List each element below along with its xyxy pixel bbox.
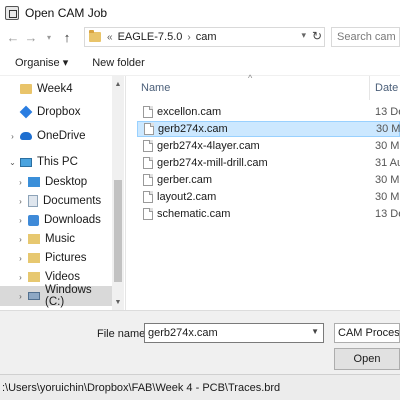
dropbox-icon (19, 105, 33, 119)
breadcrumb-overflow-icon[interactable]: « (107, 32, 113, 43)
file-name: gerb274x-mill-drill.cam (157, 157, 268, 169)
file-icon (143, 208, 153, 220)
command-bar: Organise ▾ New folder (0, 50, 400, 76)
file-row[interactable]: gerb274x-4layer.cam 30 M (137, 138, 400, 154)
file-type-select[interactable]: CAM Processor (334, 323, 400, 343)
sort-ascending-icon: ^ (248, 73, 253, 83)
recent-locations-chevron-icon[interactable]: ▾ (40, 28, 58, 46)
file-name: layout2.cam (157, 191, 217, 203)
scroll-down-arrow-icon[interactable]: ▼ (112, 296, 124, 308)
breadcrumb-cam[interactable]: cam (196, 31, 217, 43)
search-input[interactable]: Search cam (331, 27, 400, 47)
file-date: 30 M (376, 123, 400, 135)
expand-chevron-icon[interactable]: › (16, 178, 25, 187)
file-name: gerb274x.cam (158, 123, 228, 135)
folder-icon (89, 30, 101, 42)
downloads-icon (28, 214, 39, 226)
chevron-down-icon[interactable]: ▼ (311, 327, 319, 336)
address-dropdown-icon[interactable]: ▾ (301, 30, 306, 41)
expand-chevron-icon[interactable]: › (16, 216, 25, 225)
expand-chevron-icon[interactable]: › (16, 235, 25, 244)
app-window-icon (5, 6, 19, 20)
navigation-scrollbar[interactable]: ▲ ▼ (112, 76, 124, 310)
file-name: gerber.cam (157, 174, 213, 186)
refresh-icon[interactable]: ↻ (312, 29, 322, 43)
expand-chevron-icon[interactable]: › (8, 132, 17, 141)
pc-icon (20, 157, 32, 167)
desktop-icon (28, 177, 40, 187)
file-name-label: File name: (97, 328, 149, 340)
expand-chevron-icon[interactable]: › (16, 254, 25, 263)
column-header-date[interactable]: Date (375, 82, 398, 94)
file-name-value: gerb274x.cam (148, 327, 218, 339)
documents-icon (28, 195, 38, 207)
music-icon (28, 234, 40, 244)
nav-item-onedrive[interactable]: › OneDrive (0, 126, 112, 146)
pictures-icon (28, 253, 40, 263)
window-title: Open CAM Job (25, 6, 108, 20)
open-button[interactable]: Open (334, 348, 400, 370)
column-header-name[interactable]: Name (141, 82, 170, 94)
nav-item-dropbox[interactable]: Dropbox (0, 102, 112, 122)
file-name: gerb274x-4layer.cam (157, 140, 260, 152)
file-row[interactable]: gerber.cam 30 M (137, 172, 400, 188)
nav-item-pictures[interactable]: › Pictures (0, 248, 112, 268)
nav-item-documents[interactable]: › Documents (0, 191, 112, 211)
file-name-input[interactable]: gerb274x.cam ▼ (144, 323, 324, 343)
expand-chevron-icon[interactable]: › (16, 273, 25, 282)
expand-chevron-icon[interactable]: › (16, 292, 25, 301)
file-date: 30 M (375, 174, 400, 186)
forward-arrow-icon[interactable]: → (22, 28, 40, 46)
file-icon (143, 140, 153, 152)
videos-icon (28, 272, 40, 282)
title-bar: Open CAM Job (0, 0, 400, 26)
file-row[interactable]: excellon.cam 13 De (137, 104, 400, 120)
column-divider[interactable] (369, 76, 370, 100)
folder-icon (20, 84, 32, 94)
scroll-up-arrow-icon[interactable]: ▲ (112, 78, 124, 90)
nav-item-downloads[interactable]: › Downloads (0, 210, 112, 230)
expand-chevron-icon[interactable]: › (16, 197, 25, 206)
file-icon (143, 106, 153, 118)
file-row[interactable]: gerb274x-mill-drill.cam 31 Au (137, 155, 400, 171)
navigation-pane: Week4 Dropbox › OneDrive ⌄ This PC › Des… (0, 76, 126, 310)
nav-item-week4[interactable]: Week4 (0, 79, 112, 99)
file-list: ^ Name Date excellon.cam 13 De gerb274x.… (127, 73, 400, 310)
nav-item-this-pc[interactable]: ⌄ This PC (0, 152, 112, 172)
file-date: 13 De (375, 106, 400, 118)
file-date: 31 Au (375, 157, 400, 169)
file-type-value: CAM Processor (338, 327, 400, 339)
nav-item-windows-c[interactable]: › Windows (C:) (0, 284, 112, 308)
new-folder-button[interactable]: New folder (87, 54, 150, 72)
file-icon (143, 174, 153, 186)
column-header-row: ^ Name Date (127, 73, 400, 100)
status-path: :\Users\yoruichin\Dropbox\FAB\Week 4 - P… (2, 381, 281, 394)
breadcrumb-separator-icon[interactable]: › (187, 32, 190, 43)
back-arrow-icon[interactable]: ← (4, 28, 22, 46)
breadcrumb-eagle[interactable]: EAGLE-7.5.0 (118, 31, 183, 43)
nav-item-desktop[interactable]: › Desktop (0, 172, 112, 192)
file-icon (143, 157, 153, 169)
drive-icon (28, 292, 40, 300)
address-bar[interactable]: « EAGLE-7.5.0 › cam ▾ ↻ (84, 27, 325, 47)
file-row[interactable]: layout2.cam 30 M (137, 189, 400, 205)
file-icon (144, 123, 154, 135)
onedrive-icon (20, 132, 32, 140)
file-date: 30 M (375, 140, 400, 152)
file-icon (143, 191, 153, 203)
dialog-footer: File name: gerb274x.cam ▼ CAM Processor … (0, 310, 400, 374)
file-name: schematic.cam (157, 208, 231, 220)
status-bar: :\Users\yoruichin\Dropbox\FAB\Week 4 - P… (0, 374, 400, 400)
file-date: 13 De (375, 208, 400, 220)
file-row[interactable]: gerb274x.cam 30 M (137, 121, 400, 137)
up-arrow-icon[interactable]: ↑ (58, 28, 76, 46)
file-row[interactable]: schematic.cam 13 De (137, 206, 400, 222)
nav-item-music[interactable]: › Music (0, 229, 112, 249)
collapse-chevron-icon[interactable]: ⌄ (8, 158, 17, 167)
navigation-scrollbar-thumb[interactable] (114, 180, 122, 282)
file-date: 30 M (375, 191, 400, 203)
organise-button[interactable]: Organise ▾ (10, 53, 73, 72)
file-name: excellon.cam (157, 106, 222, 118)
